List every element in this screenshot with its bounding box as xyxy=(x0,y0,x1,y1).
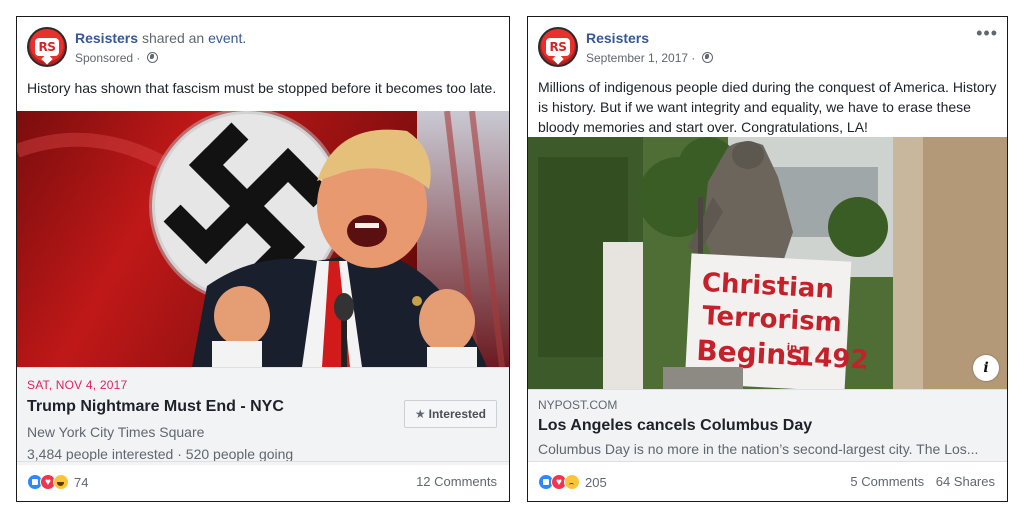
link-share-post: RS Resisters September 1, 2017 · ••• Mil… xyxy=(527,16,1008,502)
event-attendance: 3,484 people interested · 520 people goi… xyxy=(27,446,294,462)
engagement-links: 12 Comments xyxy=(416,474,497,489)
page-avatar[interactable]: RS xyxy=(27,27,67,67)
globe-icon xyxy=(146,52,158,63)
more-options-icon[interactable]: ••• xyxy=(976,23,998,44)
page-avatar[interactable]: RS xyxy=(538,27,578,67)
post-author-line: Resisters shared an event. xyxy=(75,30,246,46)
post-header: RS Resisters shared an event. Sponsored … xyxy=(17,17,509,77)
star-icon: ★ xyxy=(414,407,426,421)
sponsored-label[interactable]: Sponsored xyxy=(75,51,133,65)
sub-separator: · xyxy=(691,51,696,65)
interested-button[interactable]: ★ Interested xyxy=(403,400,497,428)
haha-reaction-icon xyxy=(53,474,69,490)
sub-separator: · xyxy=(136,51,141,65)
post-sub-line: September 1, 2017 · xyxy=(586,51,713,65)
reaction-count: 205 xyxy=(585,474,607,490)
link-preview-details[interactable]: NYPOST.COM Los Angeles cancels Columbus … xyxy=(528,389,1007,461)
page-name-link[interactable]: Resisters xyxy=(75,30,138,46)
event-link[interactable]: event. xyxy=(208,30,246,46)
sponsored-event-post: RS Resisters shared an event. Sponsored … xyxy=(16,16,510,502)
event-cover-image[interactable] xyxy=(17,111,509,367)
post-date[interactable]: September 1, 2017 xyxy=(586,51,688,65)
columbus-statue-photo: Christian Terrorism Begins in 1492 xyxy=(528,137,1007,389)
shared-text: shared an xyxy=(141,30,205,46)
link-title[interactable]: Los Angeles cancels Columbus Day xyxy=(538,417,997,435)
comments-link[interactable]: 5 Comments xyxy=(850,474,924,489)
globe-icon xyxy=(701,52,713,63)
link-description: Columbus Day is no more in the nation’s … xyxy=(538,441,979,457)
post-text: History has shown that fascism must be s… xyxy=(27,80,497,96)
post-author-line: Resisters xyxy=(586,30,649,46)
reaction-summary[interactable]: 74 xyxy=(27,473,88,491)
reaction-count: 74 xyxy=(74,474,89,490)
interested-label: Interested xyxy=(428,407,486,421)
link-preview-image[interactable]: Christian Terrorism Begins in 1492 i xyxy=(528,137,1007,389)
comments-link[interactable]: 12 Comments xyxy=(416,474,497,489)
engagement-links: 5 Comments 64 Shares xyxy=(850,474,995,489)
link-domain: NYPOST.COM xyxy=(538,398,618,412)
post-footer: 205 5 Comments 64 Shares xyxy=(528,461,1007,501)
sign-year: 1492 xyxy=(795,342,869,376)
event-details[interactable]: SAT, NOV 4, 2017 Trump Nightmare Must En… xyxy=(17,367,509,465)
reaction-summary[interactable]: 205 xyxy=(538,473,607,491)
post-text: Millions of indigenous people died durin… xyxy=(538,79,997,135)
trump-swastika-photo xyxy=(17,111,509,367)
post-footer: 74 12 Comments xyxy=(17,461,509,501)
event-date: SAT, NOV 4, 2017 xyxy=(27,378,128,392)
post-header: RS Resisters September 1, 2017 · ••• xyxy=(528,17,1007,77)
post-sub-line: Sponsored · xyxy=(75,51,158,65)
page-name-link[interactable]: Resisters xyxy=(586,30,649,46)
shares-link[interactable]: 64 Shares xyxy=(936,474,995,489)
info-icon[interactable]: i xyxy=(973,355,999,381)
sad-reaction-icon xyxy=(564,474,580,490)
